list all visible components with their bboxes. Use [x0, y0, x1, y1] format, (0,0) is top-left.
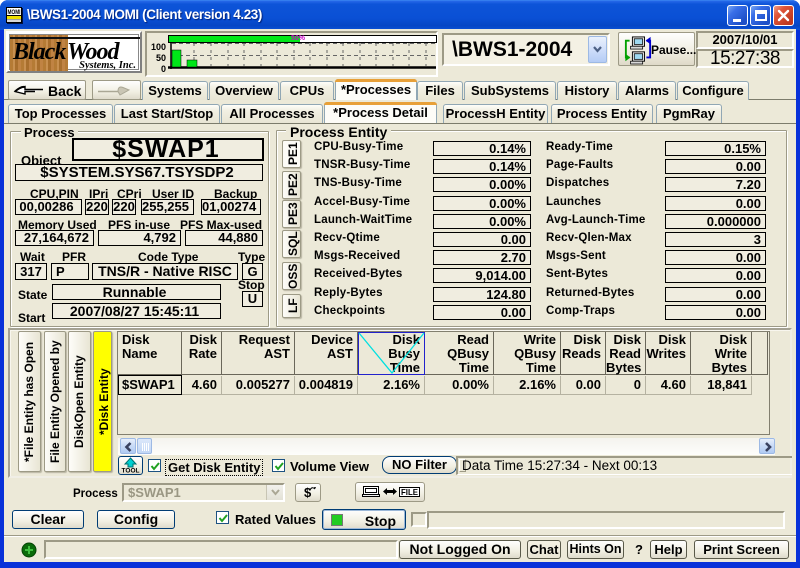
svg-text:$: $: [304, 485, 312, 500]
svg-text:FILE: FILE: [401, 487, 418, 497]
svg-text:TOOL: TOOL: [122, 468, 140, 475]
